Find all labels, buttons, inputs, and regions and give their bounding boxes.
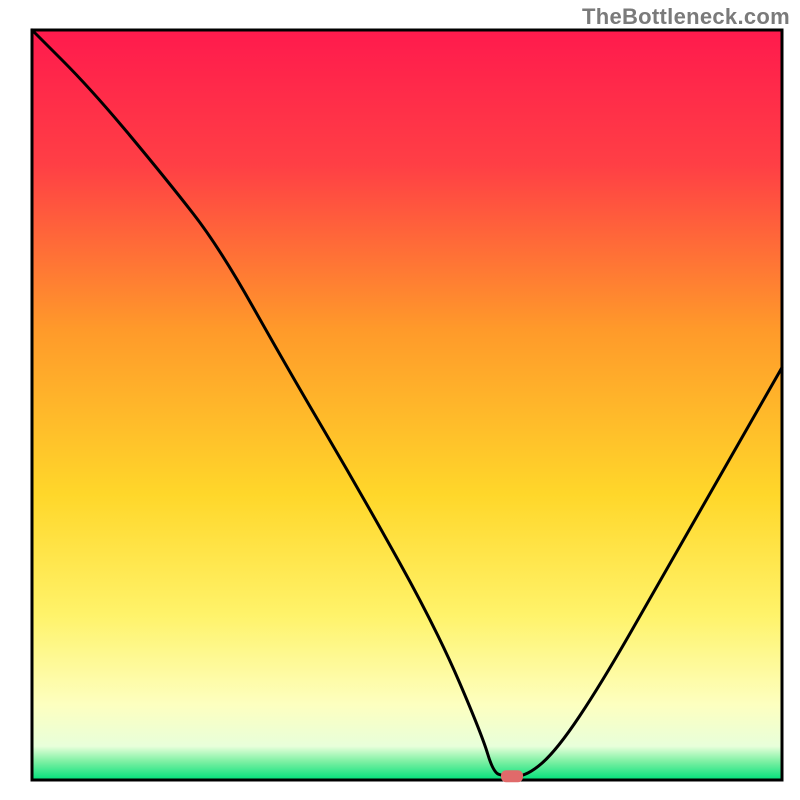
plot-background [32,30,782,780]
bottleneck-chart: TheBottleneck.com [0,0,800,800]
optimal-marker [501,770,523,782]
chart-svg [0,0,800,800]
watermark-text: TheBottleneck.com [582,4,790,30]
